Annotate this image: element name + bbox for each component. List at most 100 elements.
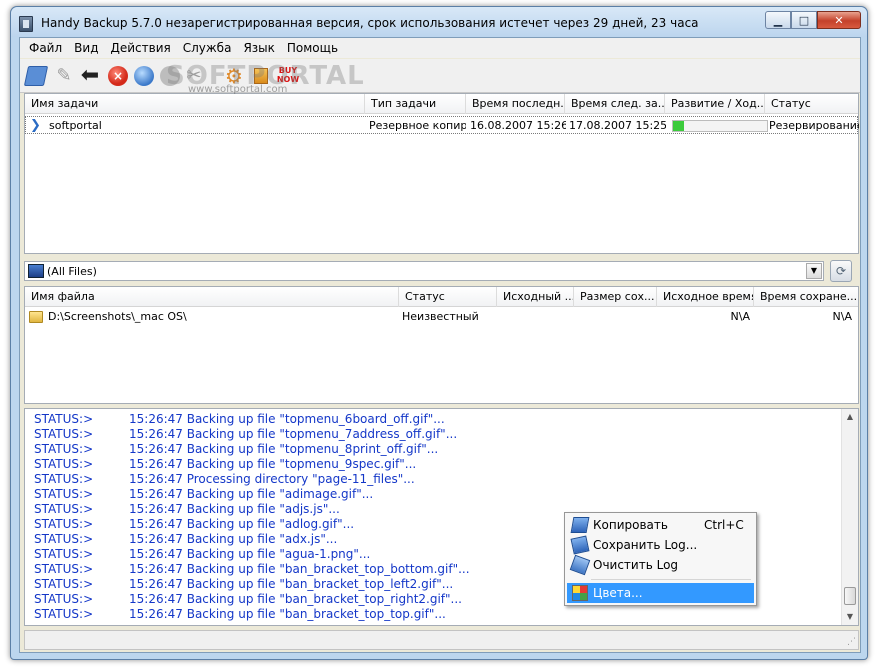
colors-icon [572,585,588,601]
column-file-status[interactable]: Статус [399,287,497,307]
log-message: 15:26:47 Backing up file "ban_bracket_to… [129,577,454,591]
computer-icon [28,264,44,278]
file-saved-size [574,308,657,326]
log-status-label: STATUS:> [34,607,94,621]
log-status-label: STATUS:> [34,517,94,531]
new-task-icon[interactable] [23,66,49,86]
chevron-down-icon[interactable]: ▼ [806,263,822,279]
column-task-type[interactable]: Тип задачи [365,94,466,114]
task-progress-bar [672,120,768,132]
menu-language[interactable]: Язык [237,41,280,55]
colors-menu-item[interactable]: Цвета... [567,583,754,603]
menu-help[interactable]: Помощь [281,41,344,55]
log-status-label: STATUS:> [34,592,94,606]
menu-separator [591,579,751,580]
save-log-menu-item[interactable]: Сохранить Log... [567,535,754,555]
log-message: 15:26:47 Backing up file "ban_bracket_to… [129,607,446,621]
file-filter-value: (All Files) [47,265,97,278]
table-row[interactable]: D:\Screenshots\_mac OS\ Неизвестный N\A … [25,308,858,326]
minimize-button[interactable]: ▁ [765,11,791,29]
menu-actions[interactable]: Действия [104,41,176,55]
edit-icon[interactable]: ✎ [54,66,74,86]
log-message: 15:26:47 Backing up file "topmenu_9spec.… [129,457,417,471]
save-log-label: Сохранить Log... [593,538,698,552]
status-bar: ⋰ [24,630,859,650]
file-orig-time: N\A [730,310,750,323]
log-message: 15:26:47 Backing up file "topmenu_6board… [129,412,445,426]
save-log-icon [570,535,590,555]
column-last-time[interactable]: Время последн... [466,94,565,114]
log-message: 15:26:47 Backing up file "adlog.gif"... [129,517,355,531]
copy-menu-item[interactable]: Копировать Ctrl+C [567,515,754,535]
log-message: 15:26:47 Backing up file "topmenu_7addre… [129,427,458,441]
globe-icon[interactable] [134,66,154,86]
log-message: 15:26:47 Backing up file "ban_bracket_to… [129,592,462,606]
log-message: 15:26:47 Backing up file "ban_bracket_to… [129,562,470,576]
log-status-label: STATUS:> [34,562,94,576]
scroll-up-icon[interactable]: ▲ [842,409,858,425]
log-message: 15:26:47 Backing up file "adjs.js"... [129,502,340,516]
copy-shortcut: Ctrl+C [704,518,744,532]
scroll-down-icon[interactable]: ▼ [842,609,858,625]
refresh-button[interactable]: ⟳ [830,260,852,282]
task-type: Резервное копир... [369,119,466,132]
table-row[interactable]: ❯ softportal Резервное копир... 16.08.20… [25,116,859,134]
column-orig-time[interactable]: Исходное время [657,287,754,307]
menu-bar: Файл Вид Действия Служба Язык Помощь [20,38,860,58]
menu-service[interactable]: Служба [177,41,238,55]
menu-file[interactable]: Файл [23,41,68,55]
watermark-url: www.softportal.com [188,84,288,95]
log-status-label: STATUS:> [34,547,94,561]
log-status-label: STATUS:> [34,487,94,501]
log-message: 15:26:47 Backing up file "adx.js"... [129,532,338,546]
log-status-label: STATUS:> [34,412,94,426]
file-list-header: Имя файла Статус Исходный ... Размер сох… [25,287,858,307]
column-progress[interactable]: Развитие / Ход... [665,94,765,114]
file-orig-size [497,308,574,326]
log-status-label: STATUS:> [34,532,94,546]
scroll-thumb[interactable] [844,587,856,605]
column-saved-time[interactable]: Время сохране... [754,287,858,307]
stop-icon[interactable]: × [108,66,128,86]
back-icon[interactable]: ⬅ [80,65,100,87]
task-list: Имя задачи Тип задачи Время последн... В… [24,93,859,254]
close-button[interactable]: ✕ [817,11,861,29]
task-next-time: 17.08.2007 15:25:... [569,119,666,132]
clear-log-menu-item[interactable]: Очистить Log [567,554,754,576]
title-bar[interactable]: Handy Backup 5.7.0 незарегистрированная … [11,7,867,37]
task-name: softportal [49,119,102,132]
task-icon: ❯ [30,118,41,133]
colors-label: Цвета... [593,586,643,600]
resize-grip-icon[interactable]: ⋰ [847,637,856,647]
file-list: Имя файла Статус Исходный ... Размер сох… [24,286,859,404]
log-message: 15:26:47 Backing up file "adimage.gif"..… [129,487,374,501]
log-message: 15:26:47 Backing up file "topmenu_8print… [129,442,439,456]
log-message: 15:26:47 Backing up file "agua-1.png"... [129,547,371,561]
log-status-label: STATUS:> [34,442,94,456]
folder-icon [29,311,43,323]
menu-view[interactable]: Вид [68,41,104,55]
column-task-name[interactable]: Имя задачи [25,94,365,114]
maximize-button[interactable]: □ [791,11,817,29]
window-controls: ▁ □ ✕ [765,11,861,29]
column-status[interactable]: Статус [765,94,858,114]
context-menu: Копировать Ctrl+C Сохранить Log... Очист… [564,512,757,606]
column-file-name[interactable]: Имя файла [25,287,399,307]
column-orig-size[interactable]: Исходный ... [497,287,574,307]
task-list-header: Имя задачи Тип задачи Время последн... В… [25,94,858,114]
window-title: Handy Backup 5.7.0 незарегистрированная … [41,16,699,30]
task-progress-fill [673,121,685,131]
log-status-label: STATUS:> [34,502,94,516]
log-status-label: STATUS:> [34,577,94,591]
column-saved-size[interactable]: Размер сох... [574,287,657,307]
copy-label: Копировать [593,518,668,532]
copy-icon [570,517,590,533]
column-next-time[interactable]: Время след. за... [565,94,665,114]
file-status: Неизвестный [402,310,479,323]
file-filter-select[interactable]: (All Files) ▼ [24,261,824,281]
log-status-label: STATUS:> [34,457,94,471]
toolbar: ✎ ⬅ × ✂ ⚙ BUY NOW SOFTPORTAL [20,59,860,93]
file-name: D:\Screenshots\_mac OS\ [48,310,187,323]
log-scrollbar[interactable]: ▲ ▼ [841,409,858,625]
task-status: Резервирование [769,119,859,132]
